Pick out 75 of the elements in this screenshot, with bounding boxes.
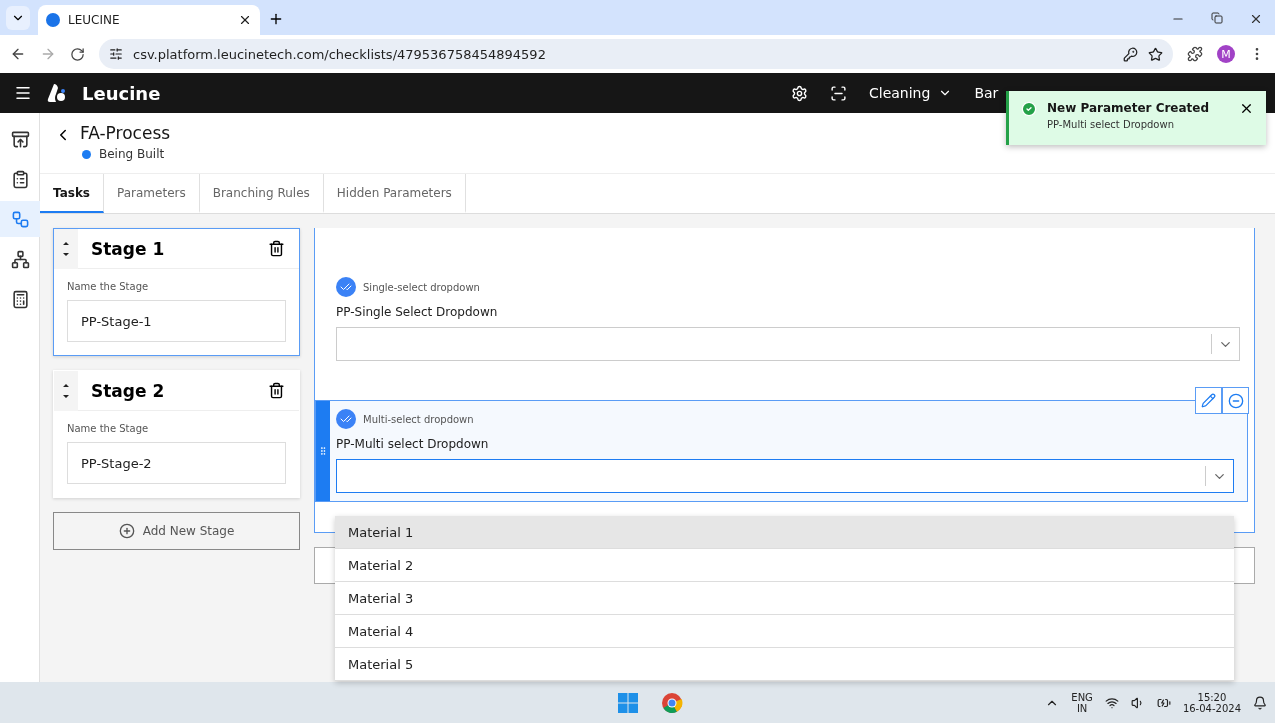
dropdown-field[interactable] <box>336 327 1240 361</box>
new-tab-icon[interactable] <box>268 11 284 27</box>
checklist-icon <box>10 169 30 189</box>
status-label: Being Built <box>99 147 165 161</box>
flow-icon <box>10 209 30 229</box>
plus-circle-icon <box>118 523 135 539</box>
scan-icon[interactable] <box>830 84 847 102</box>
report-icon <box>10 289 30 309</box>
close-icon[interactable] <box>238 13 252 27</box>
reorder-arrows-icon[interactable] <box>54 370 78 411</box>
edit-button[interactable] <box>1195 387 1222 414</box>
profile-avatar[interactable]: M <box>1217 45 1235 63</box>
dropdown-option[interactable]: Material 2 <box>335 549 1234 582</box>
dropdown-option[interactable]: Material 5 <box>335 648 1234 681</box>
language-code[interactable]: ENG <box>1071 691 1093 703</box>
logo-icon <box>46 83 68 103</box>
browser-tab[interactable]: LEUCINE <box>38 5 260 35</box>
dropdown-option[interactable]: Material 3 <box>335 582 1234 615</box>
settings-icon[interactable] <box>791 84 808 102</box>
nav-label[interactable]: Bar <box>974 85 999 101</box>
key-icon[interactable] <box>1123 46 1138 62</box>
parameter-name: PP-Multi select Dropdown <box>336 437 490 451</box>
address-bar[interactable]: csv.platform.leucinetech.com/checklists/479536758454894592 <box>99 39 1173 69</box>
trash-icon[interactable] <box>268 382 285 399</box>
trash-icon[interactable] <box>268 240 285 257</box>
stage-name-field[interactable]: PP-Stage-1 <box>67 300 286 342</box>
pencil-icon <box>1201 393 1216 408</box>
field-label: Name the Stage <box>67 281 150 292</box>
parameter-type: Single-select dropdown <box>363 281 480 293</box>
region-code[interactable]: IN <box>1076 702 1088 714</box>
hierarchy-icon <box>10 249 30 269</box>
stage-card[interactable]: Stage 1 Name the Stage PP-Stage-1 <box>53 228 300 356</box>
close-icon[interactable] <box>1239 101 1254 116</box>
add-stage-button[interactable]: Add New Stage <box>53 512 300 550</box>
success-icon <box>1021 101 1037 117</box>
stage-card[interactable]: Stage 2 Name the Stage PP-Stage-2 <box>53 370 300 498</box>
bookmark-star-icon[interactable] <box>1148 46 1163 62</box>
stage-title: Stage 1 <box>90 238 166 259</box>
parameter-name: PP-Single Select Dropdown <box>336 305 499 319</box>
tab[interactable]: Tasks <box>40 174 104 213</box>
back-icon[interactable] <box>10 46 26 62</box>
drag-handle-icon[interactable] <box>318 446 328 456</box>
dropdown-option[interactable]: Material 1 <box>335 516 1234 549</box>
tab-list-button[interactable] <box>6 6 30 30</box>
status-dot <box>82 149 91 159</box>
reload-icon[interactable] <box>70 46 85 62</box>
clock-time[interactable]: 15:20 <box>1197 691 1227 703</box>
notification-icon[interactable] <box>1253 695 1267 710</box>
check-icon <box>336 277 356 297</box>
field-label: Name the Stage <box>67 423 150 434</box>
toast-message: PP-Multi select Dropdown <box>1047 119 1175 130</box>
favicon-icon <box>46 13 60 27</box>
inbox-icon <box>10 129 30 149</box>
parameter-type: Multi-select dropdown <box>363 413 474 425</box>
parameter-block[interactable]: Multi-select dropdown PP-Multi select Dropdown <box>315 400 1248 502</box>
dropdown-field[interactable] <box>336 459 1234 493</box>
toast-title: New Parameter Created <box>1047 101 1211 115</box>
site-settings-icon[interactable] <box>109 47 123 61</box>
extensions-icon[interactable] <box>1187 46 1203 62</box>
minus-circle-icon <box>1227 392 1244 409</box>
stage-title: Stage 2 <box>90 380 166 401</box>
stage-name-field[interactable]: PP-Stage-2 <box>67 442 286 484</box>
menu-icon[interactable] <box>14 84 32 102</box>
reorder-arrows-icon[interactable] <box>54 228 78 269</box>
wifi-icon[interactable] <box>1104 695 1119 710</box>
remove-button[interactable] <box>1222 387 1249 414</box>
restore-icon[interactable] <box>1211 12 1223 24</box>
process-title: FA-Process <box>80 123 171 143</box>
parameter-block[interactable]: Single-select dropdown PP-Single Select Dropdown <box>315 268 1254 370</box>
check-icon <box>336 409 356 429</box>
dropdown-option[interactable]: Material 4 <box>335 615 1234 648</box>
facility-dropdown[interactable]: Cleaning <box>869 85 953 101</box>
clock-date[interactable]: 16-04-2024 <box>1182 702 1241 714</box>
close-icon[interactable] <box>1249 12 1263 26</box>
brand-name: Leucine <box>82 82 161 104</box>
